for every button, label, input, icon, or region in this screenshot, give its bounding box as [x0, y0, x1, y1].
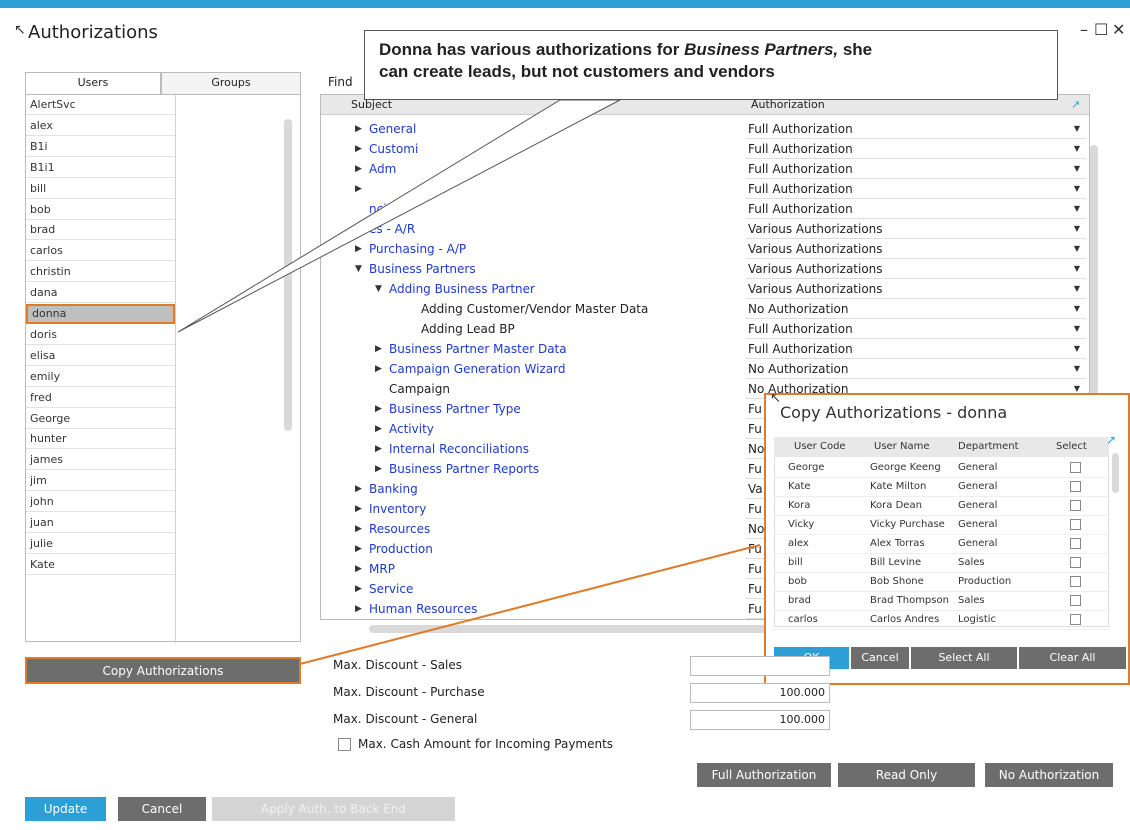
apply-back-end-button: Apply Auth. to Back End — [212, 797, 455, 821]
user-code-cell: Kate — [788, 481, 811, 492]
department-cell: General — [958, 481, 998, 492]
cancel-button[interactable]: Cancel — [118, 797, 206, 821]
select-checkbox[interactable] — [1070, 595, 1081, 606]
department-cell: Production — [958, 576, 1012, 587]
department-cell: Logistic — [958, 614, 997, 625]
department-cell: General — [958, 462, 998, 473]
user-name-cell: Bob Shone — [870, 576, 924, 587]
user-code-cell: George — [788, 462, 825, 473]
max-discount-purchase-field[interactable]: 100.000 — [690, 683, 830, 703]
user-name-cell: Kora Dean — [870, 500, 922, 511]
user-code-cell: carlos — [788, 614, 818, 625]
callout-box: Donna has various authorizations for Bus… — [364, 30, 1058, 100]
user-code-cell: bob — [788, 576, 807, 587]
user-name-cell: Bill Levine — [870, 557, 922, 568]
read-only-button[interactable]: Read Only — [838, 763, 975, 787]
select-checkbox[interactable] — [1070, 557, 1081, 568]
user-code-cell: bill — [788, 557, 803, 568]
user-name-cell: George Keeng — [870, 462, 941, 473]
user-code-cell: brad — [788, 595, 811, 606]
max-discount-sales-label: Max. Discount - Sales — [333, 658, 463, 672]
row-divider — [774, 629, 1109, 630]
select-checkbox[interactable] — [1070, 462, 1081, 473]
department-cell: General — [958, 538, 998, 549]
select-checkbox[interactable] — [1070, 614, 1081, 625]
full-authorization-button[interactable]: Full Authorization — [697, 763, 831, 787]
user-name-cell: Carlos Andres — [870, 614, 940, 625]
user-code-cell: alex — [788, 538, 809, 549]
select-checkbox[interactable] — [1070, 519, 1081, 530]
max-cash-checkbox[interactable] — [338, 738, 351, 751]
callout-text-b: she — [838, 40, 873, 59]
clear-all-button[interactable]: Clear All — [1019, 647, 1126, 669]
user-name-cell: Alex Torras — [870, 538, 925, 549]
user-name-cell: Kate Milton — [870, 481, 927, 492]
cancel-button[interactable]: Cancel — [851, 647, 909, 669]
callout-line-2: can create leads, but not customers and … — [379, 62, 775, 81]
user-name-cell: Vicky Purchase — [870, 519, 945, 530]
col-select: Select — [1056, 441, 1087, 452]
col-user-code: User Code — [794, 441, 846, 452]
max-cash-label: Max. Cash Amount for Incoming Payments — [358, 737, 614, 751]
max-discount-general-label: Max. Discount - General — [333, 712, 478, 726]
user-code-cell: Kora — [788, 500, 811, 511]
user-name-cell: Brad Thompson — [870, 595, 949, 606]
copy-authorizations-dialog: ↖ Copy Authorizations - donna User Code … — [764, 391, 1130, 685]
expand-icon[interactable]: ↗ — [1106, 433, 1116, 447]
select-checkbox[interactable] — [1070, 500, 1081, 511]
copy-dialog-title: Copy Authorizations - donna — [780, 403, 1008, 422]
department-cell: General — [958, 519, 998, 530]
select-all-button[interactable]: Select All — [911, 647, 1017, 669]
max-discount-purchase-label: Max. Discount - Purchase — [333, 685, 485, 699]
department-cell: Sales — [958, 557, 985, 568]
select-checkbox[interactable] — [1070, 481, 1081, 492]
department-cell: Sales — [958, 595, 985, 606]
callout-text-a: Donna has various authorizations for — [379, 40, 685, 59]
callout-line-1: Donna has various authorizations for Bus… — [379, 39, 1043, 61]
update-button[interactable]: Update — [25, 797, 106, 821]
no-authorization-button[interactable]: No Authorization — [985, 763, 1113, 787]
col-user-name: User Name — [874, 441, 930, 452]
user-code-cell: Vicky — [788, 519, 815, 530]
col-department: Department — [958, 441, 1019, 452]
max-discount-sales-field[interactable] — [690, 656, 830, 676]
select-checkbox[interactable] — [1070, 538, 1081, 549]
callout-text-em: Business Partners, — [684, 40, 839, 59]
department-cell: General — [958, 500, 998, 511]
copy-table-scrollbar[interactable] — [1112, 453, 1119, 493]
max-discount-general-field[interactable]: 100.000 — [690, 710, 830, 730]
select-checkbox[interactable] — [1070, 576, 1081, 587]
